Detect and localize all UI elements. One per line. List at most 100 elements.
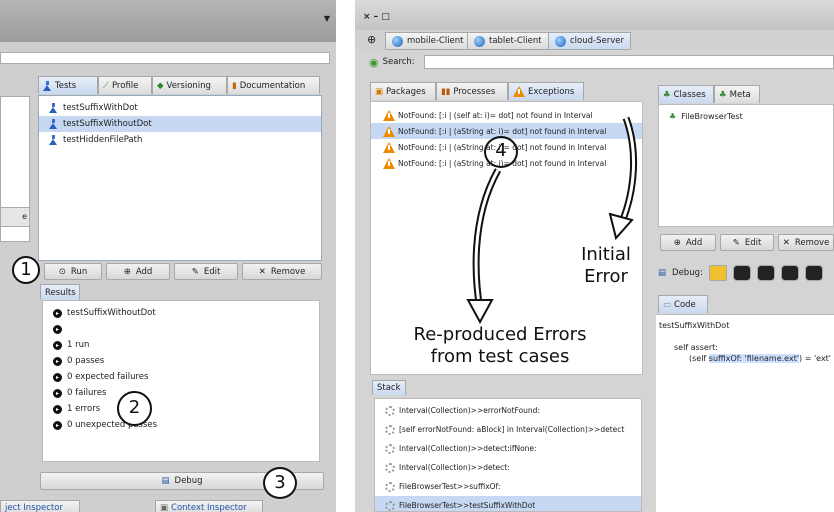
tab-exceptions[interactable]: Exceptions (508, 82, 584, 100)
edit-test-button[interactable]: ✎ Edit (174, 263, 238, 280)
list-item[interactable]: testHiddenFilePath (39, 132, 321, 148)
annotation-initial-error: Initial Error (566, 244, 646, 288)
test-list: testSuffixWithDot testSuffixWithoutDot t… (38, 95, 322, 261)
tab-code[interactable]: ▭ Code (658, 295, 708, 313)
run-button-label: Run (70, 266, 88, 277)
tab-packages[interactable]: ▣ Packages (370, 82, 436, 100)
list-item[interactable]: FileBrowserTest>>suffixOf: (375, 477, 641, 496)
list-item[interactable]: ▸ 1 run (43, 337, 319, 353)
code-editor[interactable]: testSuffixWithDot self assert: (self suf… (656, 314, 834, 512)
debug-stop-icon[interactable] (780, 265, 799, 281)
tab-object-inspector[interactable]: ject Inspector (0, 500, 80, 512)
list-item[interactable]: ▸ 0 expected failures (43, 369, 319, 385)
list-item[interactable]: Interval(Collection)>>detect: (375, 458, 641, 477)
stack-frame-text: Interval(Collection)>>detect: (399, 463, 510, 472)
debug-icon: ▤ (161, 476, 170, 486)
add-tab-icon[interactable]: ⊕ (367, 33, 376, 46)
result-bullet-icon: ▸ (53, 372, 62, 382)
globe-icon (392, 35, 403, 47)
edit-icon: ✎ (191, 266, 199, 277)
tab-processes-label: Processes (453, 86, 496, 97)
list-item[interactable]: testSuffixWithDot (39, 100, 321, 116)
list-item[interactable]: ▸ 0 passes (43, 353, 319, 369)
tab-classes[interactable]: ♣ Classes (658, 85, 714, 103)
arrowhead-reproduced (466, 299, 494, 325)
class-icon: ♣ (663, 89, 671, 100)
list-item[interactable]: Interval(Collection)>>detect:ifNone: (375, 439, 641, 458)
class-name: FileBrowserTest (681, 111, 743, 121)
tab-profile[interactable]: ⟋ Profile (98, 76, 152, 94)
globe-icon (474, 35, 485, 47)
debug-into-icon[interactable] (732, 265, 751, 281)
debug-step-icon[interactable] (708, 265, 727, 281)
list-item[interactable]: Interval(Collection)>>errorNotFound: (375, 401, 641, 420)
warning-icon (383, 125, 395, 137)
flask-icon (49, 103, 58, 113)
tab-cloud-server[interactable]: cloud-Server (548, 32, 631, 50)
tab-tablet-client[interactable]: tablet-Client (467, 32, 549, 50)
list-item[interactable]: ▸ 0 unexpected passes (43, 417, 319, 433)
code-line: (self suffixOf: 'filename.ext') = 'ext' (689, 353, 831, 364)
annotation-step-3: 3 (263, 467, 297, 499)
tab-context-inspector[interactable]: ▣ Context Inspector (155, 500, 263, 512)
edit-icon: ✎ (732, 237, 740, 248)
test-name: testHiddenFilePath (63, 135, 143, 145)
stack-frame-text: Interval(Collection)>>errorNotFound: (399, 406, 540, 415)
tab-stack[interactable]: Stack (372, 380, 406, 395)
search-input[interactable] (424, 55, 834, 69)
dropdown-caret-icon[interactable]: ▼ (324, 14, 330, 23)
chart-icon: ⟋ (103, 80, 109, 91)
gear-icon (385, 481, 395, 492)
tab-documentation[interactable]: ▮ Documentation (227, 76, 320, 94)
annotation-number: 2 (128, 397, 141, 418)
tab-meta[interactable]: ♣ Meta (714, 85, 760, 103)
stack-list: Interval(Collection)>>errorNotFound: [se… (374, 398, 642, 512)
list-item[interactable]: ▸ 0 failures (43, 385, 319, 401)
result-bullet-icon: ▸ (53, 420, 62, 430)
code-method-name: testSuffixWithDot (659, 321, 730, 330)
result-bullet-icon: ▸ (53, 324, 62, 334)
list-item[interactable]: FileBrowserTest>>testSuffixWithDot (375, 496, 641, 511)
result-bullet-icon: ▸ (53, 340, 62, 350)
remove-button-label: Remove (270, 266, 306, 277)
add-test-button[interactable]: ⊕ Add (106, 263, 170, 280)
list-item[interactable]: testSuffixWithoutDot (39, 116, 321, 132)
list-item[interactable]: ▸ (43, 321, 319, 337)
list-item[interactable]: ♣ FileBrowserTest (659, 108, 833, 124)
run-button[interactable]: ⊙ Run (44, 263, 102, 280)
git-icon: ◆ (157, 80, 164, 91)
edit-class-button[interactable]: ✎ Edit (720, 234, 774, 251)
debug-toolbar: ▤ Debug: (656, 262, 834, 284)
results-list: ▸ testSuffixWithoutDot ▸ ▸ 1 run ▸ 0 passes… (42, 300, 320, 462)
remove-test-button[interactable]: ✕ Remove (242, 263, 322, 280)
tab-tests[interactable]: Tests (38, 76, 98, 94)
play-icon: ⊙ (58, 266, 66, 277)
tab-meta-label: Meta (729, 89, 751, 100)
remove-class-button[interactable]: ✕ Remove (778, 234, 834, 251)
left-side-button[interactable]: e (0, 207, 30, 227)
tab-processes[interactable]: ▮▮ Processes (436, 82, 508, 100)
warning-icon (383, 141, 395, 153)
result-bullet-icon: ▸ (53, 308, 62, 318)
process-icon: ▮▮ (441, 86, 451, 97)
list-item[interactable]: [self errorNotFound: aBlock] in Interval… (375, 420, 641, 439)
tab-mobile-client[interactable]: mobile-Client (385, 32, 471, 50)
tab-results[interactable]: Results (40, 284, 80, 300)
warning-icon (383, 109, 395, 121)
annotation-step-2: 2 (117, 391, 152, 426)
left-address-field[interactable] (0, 52, 330, 64)
debug-resume-icon[interactable] (804, 265, 823, 281)
annotation-step-1: 1 (12, 256, 40, 284)
list-item[interactable]: ▸ testSuffixWithoutDot (43, 305, 319, 321)
tab-versioning[interactable]: ◆ Versioning (152, 76, 227, 94)
annotation-step-4: 4 (484, 136, 518, 168)
list-item[interactable]: ▸ 1 errors (43, 401, 319, 417)
annotation-text: from test cases (430, 346, 570, 367)
tab-packages-label: Packages (386, 86, 426, 97)
result-text: 1 run (67, 340, 90, 350)
add-class-button[interactable]: ⊕ Add (660, 234, 716, 251)
window-controls[interactable]: × – □ (363, 12, 390, 22)
code-token: ) = 'ext' (799, 354, 832, 363)
tab-versioning-label: Versioning (166, 80, 211, 91)
debug-pause-icon[interactable] (756, 265, 775, 281)
